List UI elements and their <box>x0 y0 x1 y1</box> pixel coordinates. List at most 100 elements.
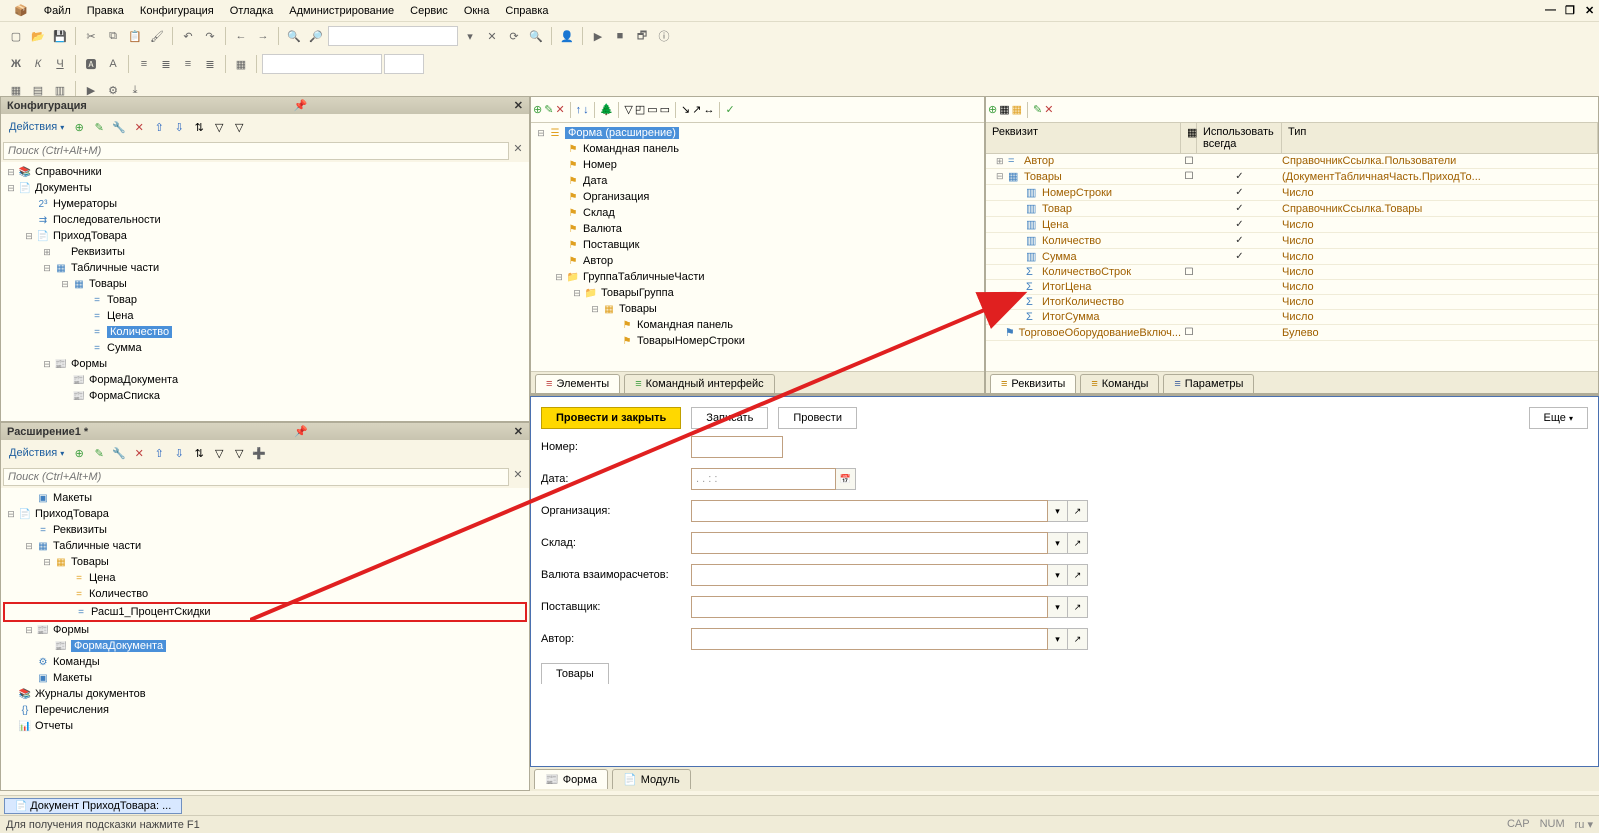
frame-icon[interactable]: ▭ <box>660 103 670 116</box>
italic-icon[interactable]: К <box>28 54 48 74</box>
panel-close-icon[interactable]: ✕ <box>514 99 523 112</box>
tree-item[interactable]: ⊟☰Форма (расширение) <box>533 125 982 141</box>
add-icon[interactable]: ⊕ <box>70 118 88 136</box>
bold-icon[interactable]: Ж <box>6 54 26 74</box>
tree-item[interactable]: ⚑Валюта <box>533 221 982 237</box>
tab-form[interactable]: 📰 Форма <box>534 769 608 789</box>
cols2-icon[interactable]: ▦ <box>1012 103 1022 116</box>
underline-icon[interactable]: Ч <box>50 54 70 74</box>
tree-item[interactable]: =Товар <box>3 292 527 308</box>
delete-icon[interactable]: ✕ <box>555 103 564 116</box>
attr-row[interactable]: ⊞=Автор☐СправочникСсылка.Пользователи <box>986 154 1598 169</box>
tree-item[interactable]: ⊞ Реквизиты <box>3 244 527 260</box>
attr-row[interactable]: ΣИтогСуммаЧисло <box>986 310 1598 325</box>
elements-tree[interactable]: ⊟☰Форма (расширение)⚑Командная панель⚑Но… <box>531 123 984 371</box>
btn-post[interactable]: Провести <box>778 407 857 429</box>
btn-save[interactable]: Записать <box>691 407 768 429</box>
input-curr[interactable] <box>691 564 1048 586</box>
attr-row[interactable]: ΣКоличествоСтрок☐Число <box>986 265 1598 280</box>
input-author[interactable] <box>691 628 1048 650</box>
search-clear-icon[interactable]: ✕ <box>509 468 527 486</box>
tree-item[interactable]: ⚑Автор <box>533 253 982 269</box>
undo-icon[interactable]: ↶ <box>178 26 198 46</box>
attr-row[interactable]: ⊟▦Товары☐✓(ДокументТабличнаяЧасть.Приход… <box>986 169 1598 185</box>
tree-item[interactable]: =Расш1_ПроцентСкидки <box>3 602 527 622</box>
copy-icon[interactable]: ⧉ <box>103 26 123 46</box>
help-icon[interactable]: ⓘ <box>654 26 674 46</box>
menu-file[interactable]: Файл <box>36 3 79 19</box>
tree-item[interactable]: =Цена <box>3 570 527 586</box>
align-center-icon[interactable]: ≣ <box>156 54 176 74</box>
size-combo[interactable] <box>384 54 424 74</box>
tree-item[interactable]: 📰ФормаДокумента <box>3 638 527 654</box>
check-icon[interactable]: ✓ <box>725 103 734 116</box>
edit-icon[interactable]: ✎ <box>90 444 108 462</box>
open-icon[interactable]: ↗ <box>1068 596 1088 618</box>
tree-item[interactable]: ⊟▦Товары <box>533 301 982 317</box>
menu-debug[interactable]: Отладка <box>222 3 281 19</box>
align-left-icon[interactable]: ≡ <box>134 54 154 74</box>
align-just-icon[interactable]: ≣ <box>200 54 220 74</box>
tree-item[interactable]: ⊟▦Табличные части <box>3 538 527 554</box>
open-icon[interactable]: ↗ <box>1068 532 1088 554</box>
tree-item[interactable]: ⚙Команды <box>3 654 527 670</box>
menu-config[interactable]: Конфигурация <box>132 3 222 19</box>
tree-item[interactable]: ⊟📁ГруппаТабличныеЧасти <box>533 269 982 285</box>
debug-stop-icon[interactable]: ■ <box>610 26 630 46</box>
tab-module[interactable]: 📄 Модуль <box>612 769 691 789</box>
up-icon[interactable]: ↑ <box>576 104 582 116</box>
font-combo[interactable] <box>262 54 382 74</box>
tree-item[interactable]: 📰ФормаДокумента <box>3 372 527 388</box>
attr-table-body[interactable]: ⊞=Автор☐СправочникСсылка.Пользователи⊟▦Т… <box>986 154 1598 371</box>
minimize-icon[interactable]: — <box>1537 2 1553 19</box>
open-icon[interactable]: ↗ <box>1068 500 1088 522</box>
actions-dropdown[interactable]: Действия ▾ <box>5 447 68 459</box>
input-number[interactable] <box>691 436 783 458</box>
attr-row[interactable]: ▥Количество✓Число <box>986 233 1598 249</box>
attr-row[interactable]: ΣИтогКоличествоЧисло <box>986 295 1598 310</box>
tree-item[interactable]: ⊟📄ПриходТовара <box>3 506 527 522</box>
tree-item[interactable]: ⚑Организация <box>533 189 982 205</box>
search-input[interactable] <box>3 468 509 486</box>
tree-item[interactable]: =Количество <box>3 586 527 602</box>
add-icon[interactable]: ⊕ <box>533 103 542 116</box>
tree-item[interactable]: ⊟📁ТоварыГруппа <box>533 285 982 301</box>
open-icon[interactable]: ↗ <box>1068 628 1088 650</box>
tree-item[interactable]: ▣Макеты <box>3 670 527 686</box>
tab-commands[interactable]: ≡ Команды <box>1080 374 1159 393</box>
delete-icon[interactable]: ✕ <box>130 444 148 462</box>
filter-icon[interactable]: ▽ <box>210 118 228 136</box>
find-icon[interactable]: 🔍 <box>284 26 304 46</box>
tree-icon[interactable]: 🌲 <box>600 103 614 116</box>
menu-windows[interactable]: Окна <box>456 3 498 19</box>
attr-row[interactable]: ΣИтогЦенаЧисло <box>986 280 1598 295</box>
menu-admin[interactable]: Администрирование <box>281 3 402 19</box>
paste-icon[interactable]: 📋 <box>125 26 145 46</box>
panel-pin-icon[interactable]: 📌 <box>294 425 308 438</box>
tree-item[interactable]: =Количество <box>3 324 527 340</box>
actions-dropdown[interactable]: Действия ▾ <box>5 121 68 133</box>
merge-icon[interactable]: ▦ <box>231 54 251 74</box>
menu-help[interactable]: Справка <box>497 3 556 19</box>
menu-edit[interactable]: Правка <box>79 3 132 19</box>
dropdown-icon[interactable]: ▾ <box>1048 564 1068 586</box>
filter2-icon[interactable]: ▽ <box>230 118 248 136</box>
tree-item[interactable]: =Сумма <box>3 340 527 356</box>
attr-row[interactable]: ▥Товар✓СправочникСсылка.Товары <box>986 201 1598 217</box>
tab-goods[interactable]: Товары <box>541 663 609 684</box>
sort-icon[interactable]: ⇅ <box>190 444 208 462</box>
wand-icon[interactable]: 🔧 <box>110 118 128 136</box>
tree-item[interactable]: ⚑ТоварыНомерСтроки <box>533 333 982 349</box>
line1-icon[interactable]: ↘ <box>681 103 690 116</box>
close-icon[interactable]: ✕ <box>1577 2 1593 19</box>
tree-item[interactable]: ⊟📄Документы <box>3 180 527 196</box>
dropdown-icon[interactable]: ▾ <box>1048 596 1068 618</box>
save-icon[interactable]: 💾 <box>50 26 70 46</box>
dropdown-icon[interactable]: ▾ <box>1048 628 1068 650</box>
tree-item[interactable]: 📚Журналы документов <box>3 686 527 702</box>
new-icon[interactable]: ▢ <box>6 26 26 46</box>
tree-item[interactable]: ⚑Дата <box>533 173 982 189</box>
extension-tree[interactable]: ▣Макеты⊟📄ПриходТовара=Реквизиты⊟▦Табличн… <box>1 488 529 790</box>
attr-row[interactable]: ▥Сумма✓Число <box>986 249 1598 265</box>
menu-service[interactable]: Сервис <box>402 3 456 19</box>
